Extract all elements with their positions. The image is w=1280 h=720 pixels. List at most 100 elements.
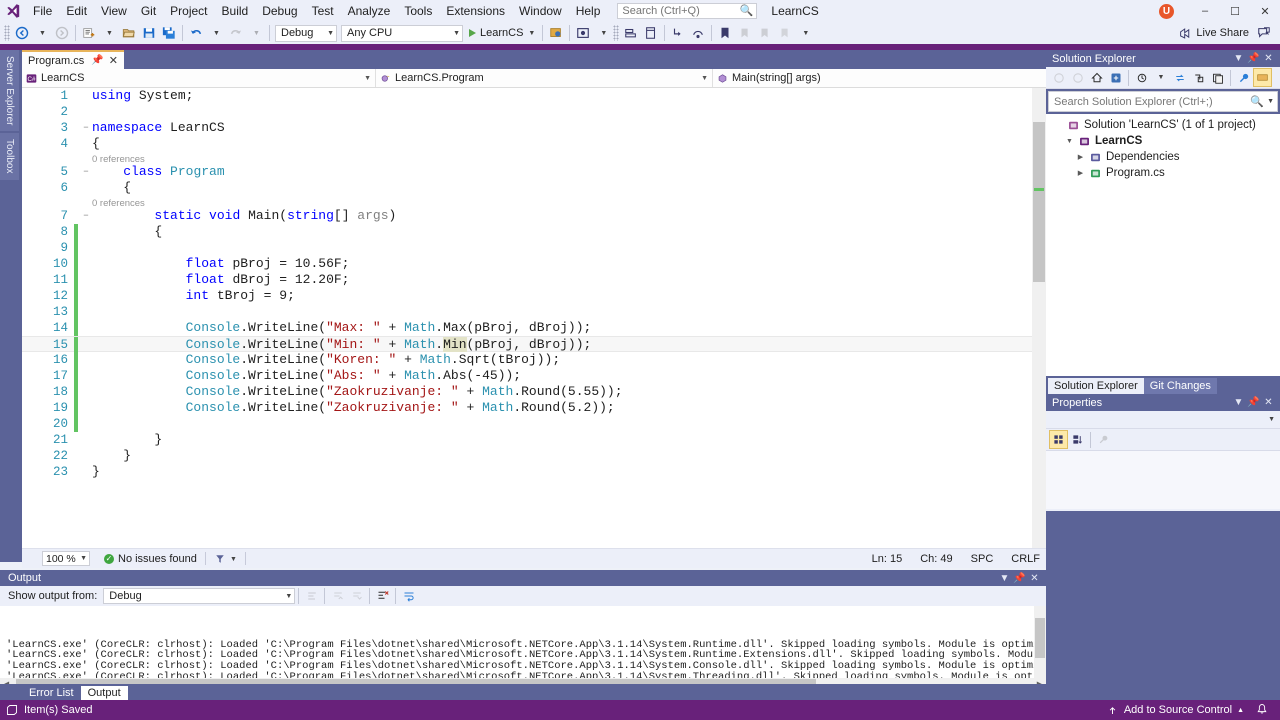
solution-configuration-combo[interactable]: Debug ▼ xyxy=(275,24,337,42)
go-to-previous-message-icon[interactable] xyxy=(328,587,347,606)
screenshot-dropdown-icon[interactable]: ▼ xyxy=(593,23,613,43)
document-tab-program-cs[interactable]: Program.cs 📌 ✕ xyxy=(22,50,124,69)
tree-node[interactable]: Solution 'LearnCS' (1 of 1 project) xyxy=(1046,117,1280,133)
menu-project[interactable]: Project xyxy=(163,0,214,22)
nav-member-dropdown[interactable]: Main(string[] args) xyxy=(713,69,1046,87)
sync-with-active-document-icon[interactable] xyxy=(1132,68,1151,87)
pin-icon[interactable]: 📌 xyxy=(1012,573,1027,584)
code-line[interactable]: 15 Console.WriteLine("Min: " + Math.Min(… xyxy=(22,336,1032,353)
properties-icon[interactable] xyxy=(1234,68,1253,87)
window-maximize-button[interactable]: ☐ xyxy=(1220,0,1250,22)
menu-analyze[interactable]: Analyze xyxy=(341,0,398,22)
zoom-level-combo[interactable]: 100 % ▼ xyxy=(42,551,90,566)
search-input[interactable] xyxy=(618,4,739,18)
editor-vertical-scrollbar[interactable] xyxy=(1032,88,1046,548)
code-line[interactable]: 16 Console.WriteLine("Koren: " + Math.Sq… xyxy=(22,352,1032,368)
code-line[interactable]: 4{ xyxy=(22,136,1032,152)
code-editor[interactable]: 1 using System; 2 3− namespace LearnCS 4{0 re… xyxy=(22,88,1046,548)
previous-bookmark-icon[interactable] xyxy=(735,23,755,43)
close-icon[interactable]: ✕ xyxy=(1261,397,1276,408)
find-message-icon[interactable] xyxy=(302,587,321,606)
navigate-back-icon[interactable] xyxy=(12,23,32,43)
output-source-combo[interactable]: Debug ▼ xyxy=(103,588,296,604)
editor-scroll-thumb[interactable] xyxy=(1033,122,1045,282)
code-line[interactable]: 17 Console.WriteLine("Abs: " + Math.Abs(… xyxy=(22,368,1032,384)
tree-node[interactable]: ▼ LearnCS xyxy=(1046,133,1280,149)
new-project-icon[interactable] xyxy=(79,23,99,43)
redo-icon[interactable] xyxy=(226,23,246,43)
menu-view[interactable]: View xyxy=(94,0,134,22)
alphabetical-icon[interactable] xyxy=(1068,430,1087,449)
code-line[interactable]: 8 { xyxy=(22,224,1032,240)
menu-build[interactable]: Build xyxy=(215,0,256,22)
account-avatar[interactable]: U xyxy=(1159,3,1174,19)
bottom-tab-output[interactable]: Output xyxy=(80,686,128,700)
main-menu[interactable]: File Edit View Git Project Build Debug T… xyxy=(26,0,607,22)
collapse-toggle-icon[interactable]: − xyxy=(80,164,92,180)
code-line[interactable]: 7− static void Main(string[] args) xyxy=(22,208,1032,224)
screenshot-icon[interactable] xyxy=(573,23,593,43)
properties-grid[interactable] xyxy=(1046,451,1280,509)
code-line[interactable]: 22 } xyxy=(22,448,1032,464)
property-pages-icon[interactable] xyxy=(1094,430,1113,449)
code-line[interactable]: 2 xyxy=(22,104,1032,120)
rail-tab-server-explorer[interactable]: Server Explorer xyxy=(0,50,19,132)
notifications-button[interactable] xyxy=(1250,700,1274,720)
tree-node[interactable]: ▶ Program.cs xyxy=(1046,165,1280,181)
back-icon[interactable] xyxy=(1049,68,1068,87)
toolbar-grip[interactable] xyxy=(613,25,620,41)
window-minimize-button[interactable]: – xyxy=(1190,0,1220,22)
code-line[interactable]: 23} xyxy=(22,464,1032,480)
bottom-tab-error-list[interactable]: Error List xyxy=(22,686,81,700)
refresh-icon[interactable] xyxy=(1170,68,1189,87)
preview-selected-items-icon[interactable] xyxy=(1253,68,1272,87)
menu-extensions[interactable]: Extensions xyxy=(439,0,512,22)
menu-help[interactable]: Help xyxy=(569,0,608,22)
show-all-files-icon[interactable] xyxy=(1208,68,1227,87)
navigate-back-dropdown-icon[interactable]: ▼ xyxy=(32,23,52,43)
pin-icon[interactable]: 📌 xyxy=(91,55,103,66)
undo-dropdown-icon[interactable]: ▼ xyxy=(206,23,226,43)
output-scroll-thumb[interactable] xyxy=(1035,618,1045,658)
align-icon[interactable] xyxy=(621,23,641,43)
toggle-word-wrap-icon[interactable] xyxy=(399,587,418,606)
menu-window[interactable]: Window xyxy=(512,0,569,22)
close-icon[interactable]: ✕ xyxy=(1261,53,1276,64)
pending-changes-icon[interactable] xyxy=(1106,68,1125,87)
layout-icon[interactable] xyxy=(641,23,661,43)
menu-git[interactable]: Git xyxy=(134,0,163,22)
output-vertical-scrollbar[interactable] xyxy=(1034,606,1046,678)
rail-tab-toolbox[interactable]: Toolbox xyxy=(0,133,19,180)
close-icon[interactable]: ✕ xyxy=(1027,573,1042,584)
redo-dropdown-icon[interactable]: ▼ xyxy=(246,23,266,43)
categorized-icon[interactable] xyxy=(1049,430,1068,449)
clear-bookmarks-icon[interactable] xyxy=(775,23,795,43)
code-line[interactable]: 19 Console.WriteLine("Zaokruzivanje: " +… xyxy=(22,400,1032,416)
feedback-icon[interactable] xyxy=(1254,23,1274,43)
pin-icon[interactable]: 📌 xyxy=(1246,397,1261,408)
window-close-button[interactable]: ✕ xyxy=(1250,0,1280,22)
tree-node[interactable]: ▶ Dependencies xyxy=(1046,149,1280,165)
code-line[interactable]: 21 } xyxy=(22,432,1032,448)
menu-file[interactable]: File xyxy=(26,0,59,22)
code-line[interactable]: 18 Console.WriteLine("Zaokruzivanje: " +… xyxy=(22,384,1032,400)
sync-dropdown-icon[interactable]: ▼ xyxy=(1151,68,1170,87)
output-text[interactable]: 'LearnCS.exe' (CoreCLR: clrhost): Loaded… xyxy=(0,606,1046,678)
dock-tab-solution-explorer[interactable]: Solution Explorer xyxy=(1048,378,1144,394)
bookmark-icon[interactable] xyxy=(715,23,735,43)
hot-reload-icon[interactable] xyxy=(546,23,566,43)
code-line[interactable]: 12 int tBroj = 9; xyxy=(22,288,1032,304)
live-share-button[interactable]: Live Share xyxy=(1174,23,1254,43)
properties-object-combo[interactable]: ▼ xyxy=(1046,411,1280,429)
nav-project-dropdown[interactable]: C# LearnCS ▼ xyxy=(22,69,376,87)
quick-search-box[interactable]: 🔍 xyxy=(617,3,758,19)
code-line[interactable]: 10 float pBroj = 10.56F; xyxy=(22,256,1032,272)
undo-icon[interactable] xyxy=(186,23,206,43)
forward-icon[interactable] xyxy=(1068,68,1087,87)
expander-icon[interactable]: ▶ xyxy=(1074,153,1087,161)
code-line[interactable]: 5− class Program xyxy=(22,164,1032,180)
go-to-next-message-icon[interactable] xyxy=(347,587,366,606)
step-over-icon[interactable] xyxy=(688,23,708,43)
nav-type-dropdown[interactable]: LearnCS.Program ▼ xyxy=(376,69,713,87)
code-line[interactable]: 13 xyxy=(22,304,1032,320)
